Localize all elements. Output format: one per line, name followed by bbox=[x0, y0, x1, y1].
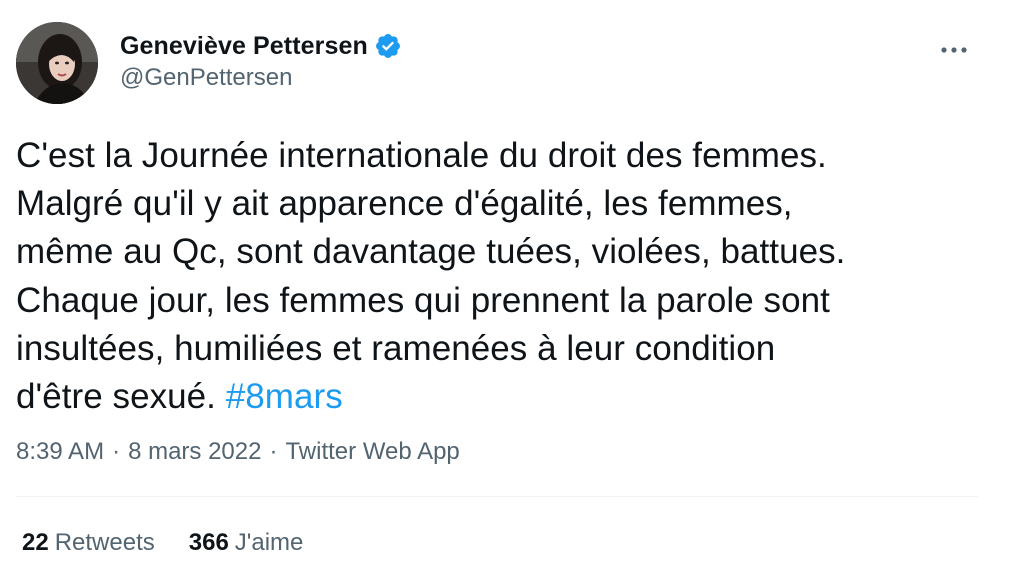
tweet-text: C'est la Journée internationale du droit… bbox=[16, 132, 976, 421]
avatar[interactable] bbox=[16, 22, 98, 104]
divider bbox=[16, 496, 978, 497]
tweet-source[interactable]: Twitter Web App bbox=[285, 437, 459, 467]
tweet-body: C'est la Journée internationale du droit… bbox=[16, 136, 846, 417]
likes-count: 366 bbox=[188, 529, 229, 556]
more-options-button[interactable] bbox=[934, 38, 974, 62]
tweet-card: Geneviève Pettersen @GenPettersen C'est … bbox=[0, 0, 1010, 586]
author-handle[interactable]: @GenPettersen bbox=[120, 63, 402, 93]
tweet-stats: 22 Retweets 366 J'aime bbox=[22, 528, 337, 558]
author-identity: Geneviève Pettersen @GenPettersen bbox=[120, 20, 402, 93]
name-row: Geneviève Pettersen bbox=[120, 31, 402, 61]
tweet-header: Geneviève Pettersen @GenPettersen bbox=[16, 20, 986, 104]
likes-stat[interactable]: 366 J'aime bbox=[189, 528, 304, 558]
meta-separator: · bbox=[269, 438, 278, 465]
hashtag-link[interactable]: #8mars bbox=[226, 377, 343, 416]
more-options-icon bbox=[941, 47, 967, 53]
retweets-count: 22 bbox=[22, 529, 49, 556]
meta-separator: · bbox=[112, 438, 121, 465]
retweets-label: Retweets bbox=[54, 529, 155, 556]
profile-photo-icon bbox=[16, 22, 98, 104]
tweet-time[interactable]: 8:39 AM bbox=[16, 437, 104, 467]
author-name[interactable]: Geneviève Pettersen bbox=[120, 31, 368, 61]
verified-badge-icon bbox=[374, 32, 402, 60]
likes-label: J'aime bbox=[234, 529, 304, 556]
retweets-stat[interactable]: 22 Retweets bbox=[22, 528, 155, 558]
tweet-date[interactable]: 8 mars 2022 bbox=[128, 437, 261, 467]
tweet-meta: 8:39 AM · 8 mars 2022 · Twitter Web App bbox=[16, 437, 460, 467]
